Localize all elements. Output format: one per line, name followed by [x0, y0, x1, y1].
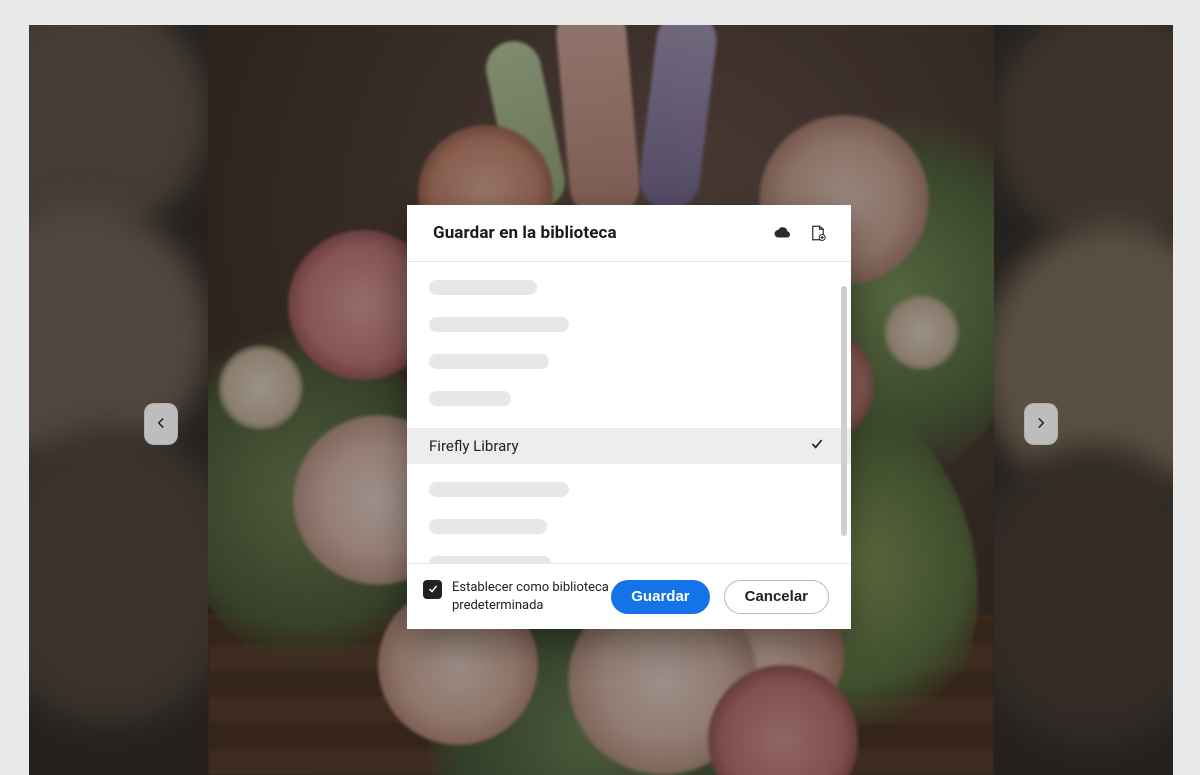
save-button[interactable]: Guardar [611, 580, 709, 614]
image-viewer-frame: Guardar en la biblioteca Firefly Library… [29, 25, 1173, 775]
library-item-placeholder[interactable] [429, 280, 537, 295]
chevron-left-icon [154, 415, 168, 434]
default-library-label: Establecer como biblioteca predeterminad… [452, 579, 611, 614]
scrollbar-thumb[interactable] [841, 286, 847, 536]
dialog-header: Guardar en la biblioteca [407, 205, 851, 262]
chevron-right-icon [1034, 415, 1048, 434]
prev-image-button[interactable] [144, 403, 178, 445]
cancel-button[interactable]: Cancelar [724, 580, 829, 614]
library-item-placeholder[interactable] [429, 354, 549, 369]
default-library-checkbox[interactable] [423, 580, 442, 599]
library-item-selected[interactable]: Firefly Library [407, 428, 851, 464]
library-item-placeholder[interactable] [429, 556, 551, 563]
library-item-placeholder[interactable] [429, 391, 511, 406]
dialog-footer: Establecer como biblioteca predeterminad… [407, 563, 851, 629]
library-item-placeholder[interactable] [429, 482, 569, 497]
checkmark-icon [809, 436, 825, 456]
right-blur-strip [994, 25, 1173, 775]
new-library-icon[interactable] [809, 224, 827, 242]
dialog-body: Firefly Library [407, 262, 851, 563]
library-item-placeholder[interactable] [429, 519, 547, 534]
library-list[interactable]: Firefly Library [407, 262, 851, 563]
cloud-icon[interactable] [773, 224, 791, 242]
next-image-button[interactable] [1024, 403, 1058, 445]
left-blur-strip [29, 25, 208, 775]
library-item-placeholder[interactable] [429, 317, 569, 332]
library-item-label: Firefly Library [429, 437, 519, 455]
save-to-library-dialog: Guardar en la biblioteca Firefly Library… [407, 205, 851, 629]
dialog-title: Guardar en la biblioteca [433, 223, 617, 243]
